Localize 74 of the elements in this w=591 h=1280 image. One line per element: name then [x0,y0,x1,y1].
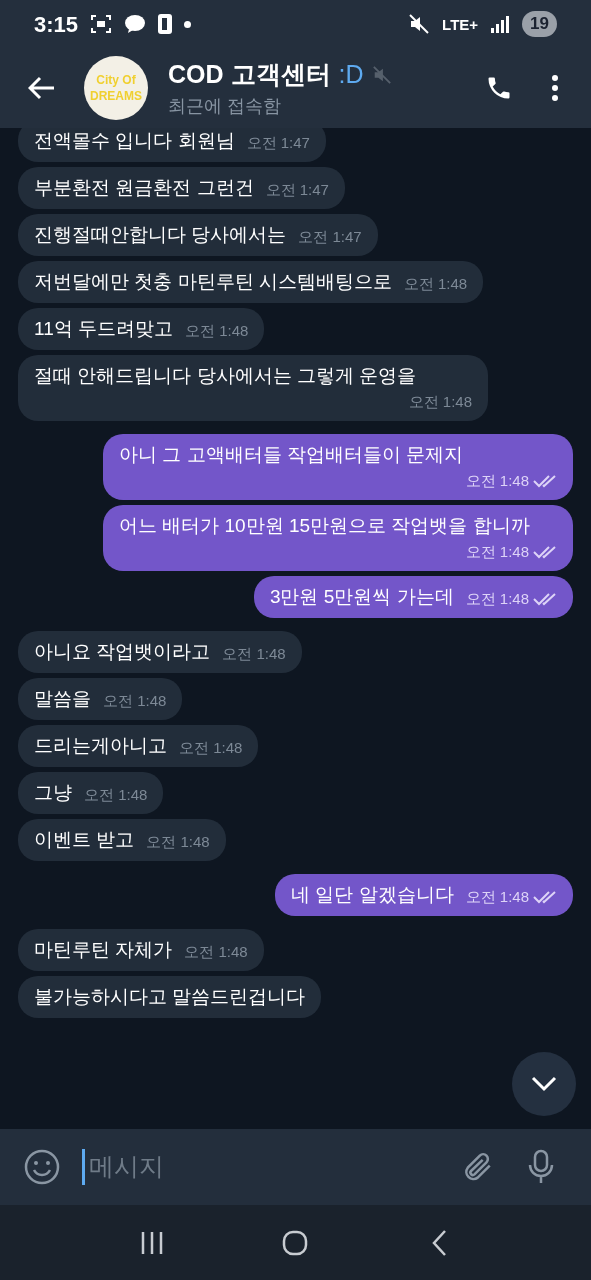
message-time: 오전 1:48 [465,588,529,609]
chevron-down-icon [531,1076,557,1092]
incoming-message-bubble[interactable]: 저번달에만 첫충 마틴루틴 시스템배팅으로 오전 1:48 [18,261,484,303]
incoming-message-bubble[interactable]: 절때 안해드립니다 당사에서는 그렇게 운영을 오전 1:48 [18,355,488,421]
emoji-button[interactable] [22,1147,62,1187]
app-icon [158,14,173,34]
message-time: 오전 1:48 [465,541,529,562]
message-input-bar[interactable]: 메시지 [0,1129,591,1205]
outgoing-message-bubble[interactable]: 어느 배터가 10만원 15만원으로 작업뱃을 합니까 오전 1:48 [103,505,573,571]
home-icon [282,1229,309,1256]
back-chevron-icon [431,1228,448,1257]
message-time: 오전 1:47 [298,226,362,247]
message-time: 오전 1:48 [179,737,243,758]
more-icon [551,74,559,102]
message-text: 전액몰수 입니다 회원님 [34,129,235,153]
avatar-logo-text: DREAMS [90,88,142,104]
message-time: 오전 1:48 [403,273,468,294]
signal-icon [490,14,511,34]
incoming-message-bubble[interactable]: 드리는게아니고 오전 1:48 [18,725,259,767]
incoming-message-bubble[interactable]: 불가능하시다고 말씀드린겁니다 [18,976,322,1018]
incoming-message-bubble[interactable]: 전액몰수 입니다 회원님 오전 1:47 [18,128,326,162]
incoming-message-bubble[interactable]: 이벤트 받고 오전 1:48 [18,819,226,861]
message-text: 아니 그 고액배터들 작업배터들이 문제지 [119,443,464,467]
message-text: 아니요 작업뱃이라고 [34,640,211,664]
message-text: 드리는게아니고 [34,734,167,758]
outgoing-message-bubble[interactable]: 3만원 5만원씩 가는데 오전 1:48 [253,576,573,618]
message-text: 절때 안해드립니다 당사에서는 그렇게 운영을 [34,364,417,388]
message-text: 그냥 [34,781,72,805]
message-time: 오전 1:48 [185,320,249,341]
message-text: 3만원 5만원씩 가는데 [269,585,454,609]
incoming-message-bubble[interactable]: 마틴루틴 자체가 오전 1:48 [18,929,264,971]
incoming-message-bubble[interactable]: 그냥 오전 1:48 [18,772,164,814]
microphone-icon [527,1149,555,1185]
incoming-message-bubble[interactable]: 아니요 작업뱃이라고 오전 1:48 [18,631,302,673]
message-time: 오전 1:48 [465,470,529,491]
status-time: 3:15 [34,10,79,39]
outgoing-message-bubble[interactable]: 네 일단 알겠습니다 오전 1:48 [275,874,573,916]
message-text: 11억 두드려맞고 [34,317,173,341]
message-text: 부분환전 원금환전 그런건 [34,176,254,200]
incoming-message-bubble[interactable]: 말씀을 오전 1:48 [18,678,183,720]
message-text: 진행절때안합니다 당사에서는 [34,223,287,247]
network-label: LTE+ [442,16,479,32]
message-time: 오전 1:48 [222,643,286,664]
incoming-message-bubble[interactable]: 11억 두드려맞고 오전 1:48 [18,308,265,350]
message-time: 오전 1:48 [103,690,167,711]
battery-indicator: 19 [522,11,557,37]
incoming-message-bubble[interactable]: 진행절때안합니다 당사에서는 오전 1:47 [18,214,378,256]
message-text: 말씀을 [34,687,91,711]
message-time: 오전 1:48 [146,831,210,852]
message-time: 오전 1:48 [84,784,148,805]
chat-bubble-icon [124,14,147,34]
mute-icon [408,13,431,35]
recent-apps-icon [139,1230,164,1255]
back-arrow-icon [28,76,56,100]
message-time: 오전 1:47 [246,132,310,153]
last-seen-status: 최근에 접속함 [168,95,282,119]
message-text: 이벤트 받고 [34,828,135,852]
message-text: 어느 배터가 10만원 15만원으로 작업뱃을 합니까 [119,514,530,538]
chat-title-emoticon: :D [338,58,364,90]
avatar-logo-text: City Of [96,72,136,88]
smiley-icon [24,1149,60,1185]
message-text: 불가능하시다고 말씀드린겁니다 [34,985,306,1009]
message-text: 네 일단 알겠습니다 [291,883,454,907]
message-time: 오전 1:48 [408,391,472,412]
message-time: 오전 1:48 [184,941,248,962]
message-text: 저번달에만 첫충 마틴루틴 시스템배팅으로 [34,270,392,294]
outgoing-message-bubble[interactable]: 아니 그 고액배터들 작업배터들이 문제지 오전 1:48 [103,434,573,500]
chat-title: COD 고객센터 [168,58,331,90]
screenshot-icon [90,14,113,34]
message-text: 마틴루틴 자체가 [34,938,173,962]
message-time: 오전 1:48 [465,886,529,907]
message-time: 오전 1:47 [265,179,329,200]
incoming-message-bubble[interactable]: 부분환전 원금환전 그런건 오전 1:47 [18,167,345,209]
message-input-field[interactable]: 메시지 [82,1149,441,1185]
